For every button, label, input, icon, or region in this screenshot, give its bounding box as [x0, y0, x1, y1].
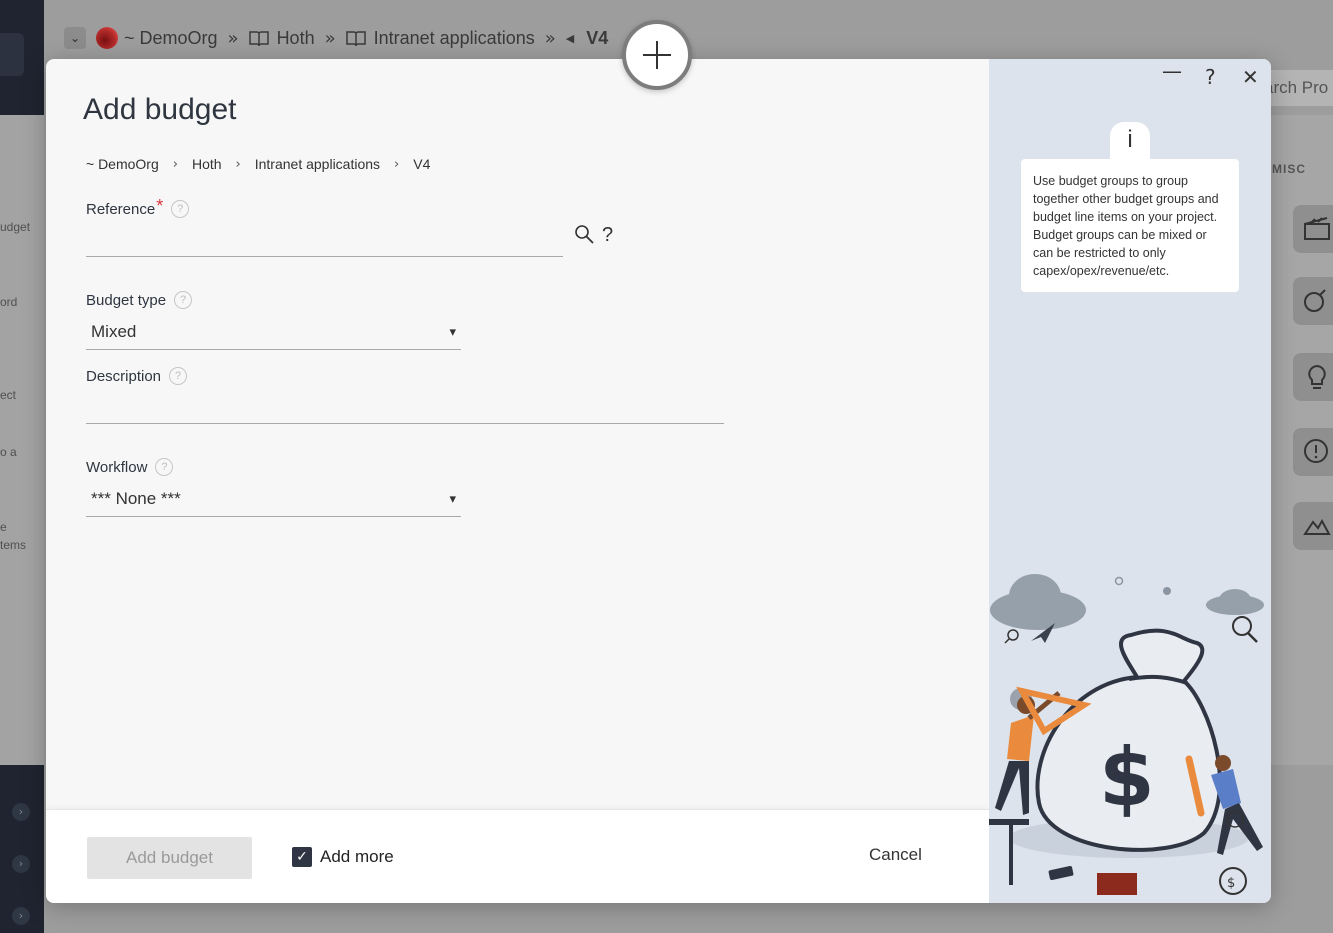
description-input[interactable] — [86, 394, 723, 422]
description-underline — [86, 423, 724, 424]
tile-bomb[interactable] — [1293, 277, 1333, 325]
workflow-underline — [86, 516, 461, 517]
lightbulb-icon — [1308, 364, 1326, 389]
add-plus-button[interactable] — [622, 20, 692, 90]
modal-footer: Add budget ✓ Add more Cancel — [46, 809, 989, 903]
dollar-sign-text: $ — [1099, 731, 1155, 824]
workflow-select[interactable]: *** None *** ▾ — [86, 484, 461, 514]
mountain-icon — [1303, 518, 1331, 535]
cancel-button[interactable]: Cancel — [869, 845, 922, 865]
reference-label: Reference * ? — [86, 196, 190, 218]
add-more-checkbox[interactable]: ✓ Add more — [292, 847, 394, 867]
book-icon — [248, 31, 269, 47]
add-more-label: Add more — [320, 847, 394, 866]
chevron-right-icon[interactable]: › — [12, 907, 30, 925]
breadcrumb-item[interactable]: Intranet applications — [255, 156, 380, 172]
info-text: Use budget groups to group together othe… — [1021, 159, 1239, 292]
workflow-value: *** None *** — [91, 489, 181, 508]
breadcrumb-item[interactable]: Hoth — [192, 156, 222, 172]
chevron-right-icon[interactable]: › — [12, 855, 30, 873]
tile-mountain[interactable] — [1293, 502, 1333, 550]
reference-label-text: Reference — [86, 200, 156, 218]
minimize-icon[interactable]: — — [1162, 59, 1182, 83]
budget-type-label: Budget type ? — [86, 291, 193, 309]
workflow-label: Workflow ? — [86, 458, 174, 476]
chevron-right-icon: › — [172, 156, 178, 172]
required-mark: * — [156, 195, 164, 216]
misc-heading: MISC — [1272, 162, 1306, 176]
tile-lightbulb[interactable] — [1293, 353, 1333, 401]
help-icon[interactable]: ? — [171, 200, 190, 218]
budget-type-value: Mixed — [91, 322, 137, 341]
left-panel-text: udget — [0, 220, 31, 234]
help-icon[interactable]: ? — [155, 458, 174, 476]
chevron-right-icon[interactable]: › — [12, 803, 30, 821]
left-panel-text: ect — [0, 388, 17, 402]
clapperboard-icon — [1304, 217, 1330, 240]
help-icon[interactable]: ? — [169, 367, 188, 385]
modal-title: Add budget — [83, 93, 237, 126]
left-panel-text: o a — [0, 445, 17, 459]
breadcrumb-separator: » — [324, 27, 336, 49]
nav-block[interactable] — [0, 33, 24, 76]
workflow-label-text: Workflow — [86, 458, 148, 476]
top-breadcrumb: ⌄ ~ DemoOrg » Hoth » Intranet applicatio… — [64, 24, 608, 52]
left-panel: udget ord ect o a e tems — [0, 115, 44, 765]
close-icon[interactable]: ✕ — [1242, 65, 1259, 89]
add-budget-modal: Add budget ~ DemoOrg › Hoth › Intranet a… — [46, 59, 1271, 903]
chevron-down-icon: ▾ — [449, 491, 456, 507]
description-label: Description ? — [86, 367, 188, 385]
small-dollar-text: $ — [1227, 876, 1235, 891]
budget-type-label-text: Budget type — [86, 291, 167, 309]
breadcrumb-separator: » — [227, 27, 239, 49]
breadcrumb-item[interactable]: Intranet applications — [374, 28, 535, 49]
breadcrumb-separator: » — [544, 27, 556, 49]
description-label-text: Description — [86, 367, 162, 385]
reference-underline — [86, 256, 563, 257]
tile-clapperboard[interactable] — [1293, 205, 1333, 253]
breadcrumb-current: V4 — [586, 27, 609, 48]
checkbox-checked-icon[interactable]: ✓ — [292, 847, 312, 867]
breadcrumb-org[interactable]: ~ DemoOrg — [124, 28, 218, 49]
breadcrumb-item[interactable]: V4 — [413, 156, 430, 172]
breadcrumb-item[interactable]: ~ DemoOrg — [86, 156, 159, 172]
left-panel-text: ord — [0, 295, 18, 309]
search-icon[interactable] — [574, 224, 596, 246]
budget-type-underline — [86, 349, 461, 350]
modal-breadcrumb: ~ DemoOrg › Hoth › Intranet applications… — [86, 156, 430, 172]
chevron-down-icon[interactable]: ⌄ — [64, 27, 86, 49]
chevron-right-icon: › — [394, 156, 400, 172]
money-bag-illustration: $ $ — [989, 574, 1264, 895]
left-panel-text: e — [0, 520, 7, 534]
org-logo — [96, 27, 118, 49]
chevron-right-icon: › — [235, 156, 241, 172]
info-icon: i — [1110, 122, 1150, 164]
help-icon[interactable]: ? — [1205, 65, 1216, 89]
reference-input[interactable] — [86, 227, 562, 255]
reference-help-icon[interactable]: ? — [602, 224, 613, 247]
chevron-down-icon: ▾ — [449, 324, 456, 340]
bomb-icon — [1304, 289, 1326, 312]
tile-alert[interactable] — [1293, 428, 1333, 476]
help-icon[interactable]: ? — [174, 291, 193, 309]
breadcrumb-item[interactable]: Hoth — [277, 28, 315, 49]
budget-type-select[interactable]: Mixed ▾ — [86, 317, 461, 347]
add-budget-button[interactable]: Add budget — [87, 837, 252, 879]
alert-icon — [1304, 439, 1328, 463]
caret-left-icon[interactable]: ◀ — [566, 32, 574, 45]
book-icon — [345, 31, 366, 47]
left-panel-text: tems — [0, 538, 27, 552]
